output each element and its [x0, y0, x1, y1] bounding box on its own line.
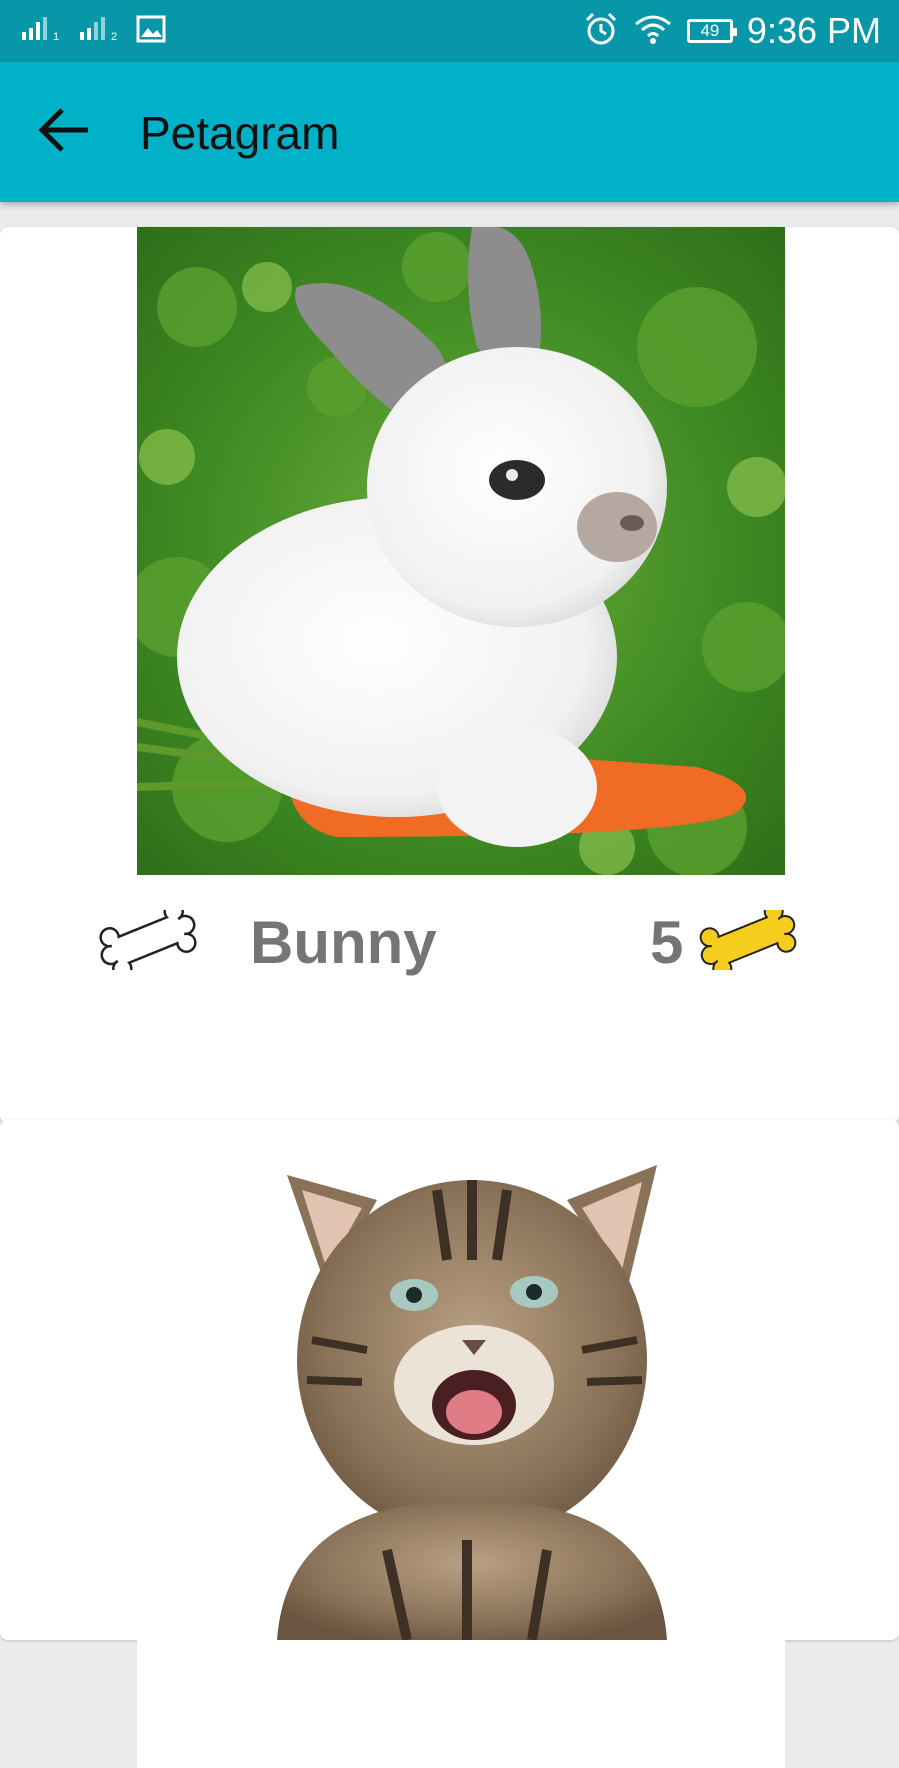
- arrow-left-icon: [36, 105, 92, 160]
- alarm-icon: [583, 11, 619, 52]
- svg-text:2: 2: [111, 31, 117, 42]
- app-bar: Petagram: [0, 62, 899, 202]
- battery-level: 49: [700, 21, 720, 40]
- svg-text:1: 1: [53, 31, 59, 42]
- battery-icon: 49: [686, 19, 737, 43]
- pet-name: Bunny: [250, 909, 437, 976]
- pet-info-row: Bunny 5: [0, 882, 899, 1002]
- gallery-icon: [136, 15, 166, 48]
- pet-photo-kitten: [137, 1120, 785, 1768]
- app-title: Petagram: [140, 107, 340, 159]
- like-count: 5: [650, 909, 684, 976]
- back-button[interactable]: [24, 92, 104, 172]
- status-right: 49 9:36 PM: [583, 0, 881, 62]
- pet-card: Bunny 5: [0, 227, 899, 1123]
- status-left: 1 2: [20, 14, 166, 48]
- bone-outline-icon[interactable]: [96, 901, 200, 979]
- signal-sim2-icon: 2: [78, 16, 124, 47]
- pet-photo-bunny: [137, 227, 785, 875]
- pet-card: [0, 1120, 899, 1768]
- bone-filled-icon: [696, 901, 800, 979]
- status-bar: 1 2 49 9:36 PM: [0, 0, 899, 62]
- clock: 9:36 PM: [746, 10, 881, 51]
- signal-sim1-icon: 1: [20, 16, 66, 47]
- wifi-icon: [633, 13, 673, 50]
